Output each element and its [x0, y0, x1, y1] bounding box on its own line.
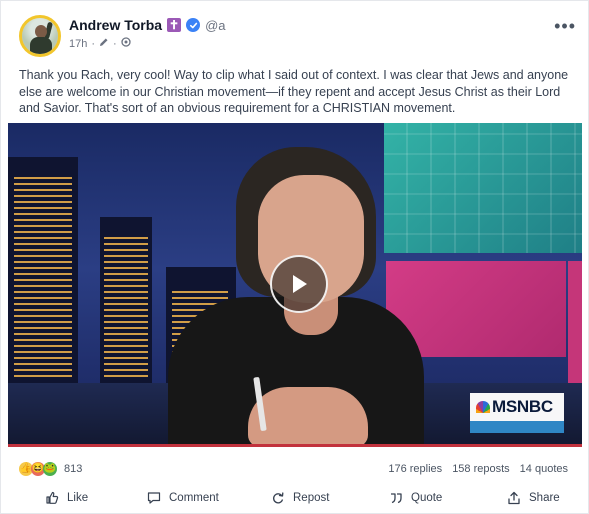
- network-logo-text: MSNBC: [492, 397, 553, 416]
- share-button[interactable]: Share: [507, 487, 560, 509]
- post-text: Thank you Rach, very cool! Way to clip w…: [19, 68, 569, 115]
- post-card: Andrew Torba ✝ @a 17h · · ••• Thank you …: [0, 0, 589, 514]
- video-studio-screen: [384, 123, 582, 253]
- globe-icon: [121, 37, 131, 50]
- author-name[interactable]: Andrew Torba: [69, 17, 162, 33]
- comment-label: Comment: [169, 492, 219, 504]
- action-bar: Like Comment Repost Quote Share: [1, 485, 589, 511]
- comment-button[interactable]: Comment: [147, 487, 219, 509]
- verified-check-icon: [186, 18, 201, 32]
- cross-badge-icon: ✝: [167, 18, 182, 32]
- repost-icon: [271, 491, 285, 505]
- reposts-count[interactable]: 158 reposts: [452, 463, 509, 475]
- comment-icon: [147, 491, 161, 505]
- video-progress-bar[interactable]: [8, 444, 582, 447]
- post-stats: 👍 😆 🐸 813 176 replies 158 reposts 14 quo…: [19, 461, 568, 477]
- video-person-hands: [248, 387, 368, 447]
- quote-label: Quote: [411, 492, 443, 504]
- author-handle[interactable]: @a: [205, 18, 225, 33]
- frog-reaction-icon: 🐸: [43, 462, 57, 476]
- meta-separator: ·: [113, 37, 117, 50]
- replies-count[interactable]: 176 replies: [388, 463, 442, 475]
- post-time[interactable]: 17h: [69, 38, 87, 50]
- repost-label: Repost: [293, 492, 330, 504]
- more-horizontal-icon[interactable]: •••: [554, 17, 576, 35]
- engagement-counts: 176 replies 158 reposts 14 quotes: [388, 463, 568, 475]
- author-avatar[interactable]: [19, 15, 61, 57]
- post-meta: 17h · ·: [69, 37, 226, 50]
- video-building-windows: [104, 237, 148, 377]
- quote-icon: [389, 491, 403, 505]
- like-label: Like: [67, 492, 89, 504]
- quotes-count[interactable]: 14 quotes: [520, 463, 568, 475]
- author-name-row: Andrew Torba ✝ @a: [69, 15, 226, 35]
- edit-pencil-icon: [99, 37, 109, 50]
- post-header: Andrew Torba ✝ @a 17h · · •••: [19, 15, 576, 59]
- reactions-count[interactable]: 813: [64, 463, 82, 475]
- thumbs-up-icon: [45, 491, 59, 505]
- share-icon: [507, 491, 521, 505]
- like-button[interactable]: Like: [45, 487, 88, 509]
- repost-button[interactable]: Repost: [271, 487, 329, 509]
- author-info: Andrew Torba ✝ @a 17h · ·: [69, 15, 226, 50]
- quote-button[interactable]: Quote: [389, 487, 442, 509]
- peacock-icon: [476, 401, 490, 413]
- video-player[interactable]: MSNBC: [8, 123, 582, 447]
- video-building-windows: [14, 177, 72, 377]
- network-logo: MSNBC: [470, 393, 564, 433]
- play-icon[interactable]: [270, 255, 328, 313]
- reactions-summary[interactable]: 👍 😆 🐸 813: [19, 462, 82, 476]
- share-label: Share: [529, 492, 560, 504]
- meta-separator: ·: [91, 37, 96, 50]
